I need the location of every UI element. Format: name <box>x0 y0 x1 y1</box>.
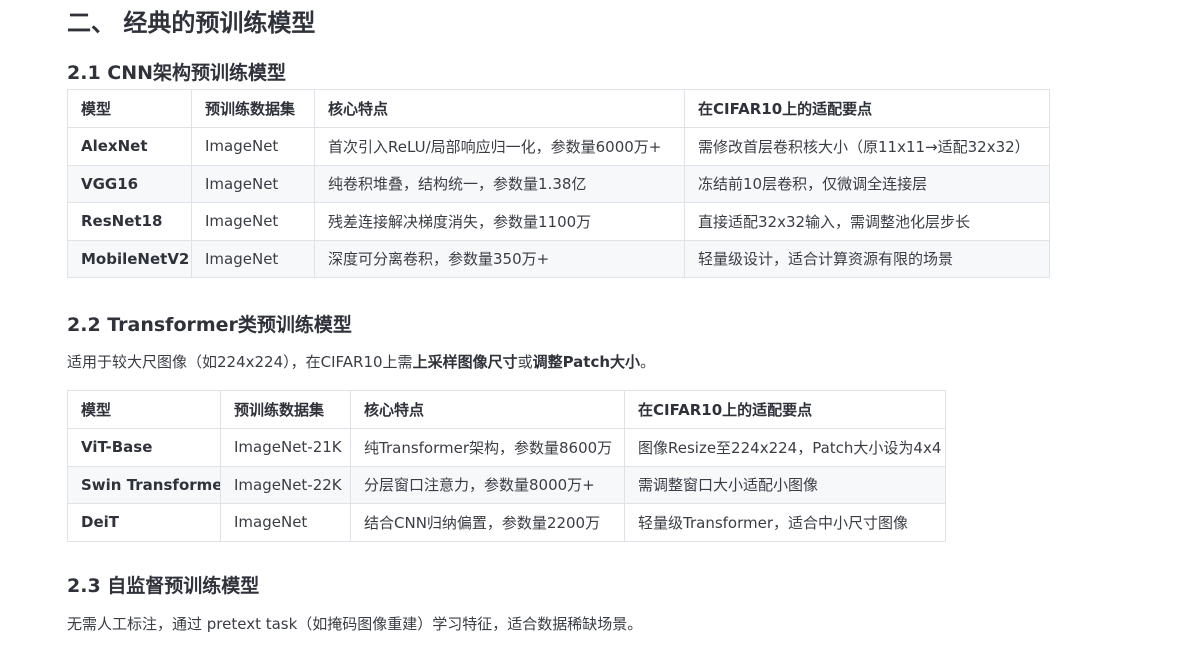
description-text: 。 <box>640 353 656 371</box>
column-header: 预训练数据集 <box>191 89 315 128</box>
description-text: 或 <box>517 353 533 371</box>
dataset-cell: ImageNet-22K <box>220 465 351 504</box>
dataset-cell: ImageNet-21K <box>220 428 351 467</box>
cnn-heading: 2.1 CNN架构预训练模型 <box>67 62 287 84</box>
model-name-cell: ViT-Base <box>67 428 221 467</box>
transformer-description: 适用于较大尺图像（如224x224），在CIFAR10上需上采样图像尺寸或调整P… <box>67 351 655 372</box>
description-emphasis: 调整Patch大小 <box>532 353 641 371</box>
adaptation-cell: 轻量级Transformer，适合中小尺寸图像 <box>624 503 946 542</box>
adaptation-cell: 需调整窗口大小适配小图像 <box>624 465 946 504</box>
column-header: 在CIFAR10上的适配要点 <box>624 390 946 429</box>
model-name-cell: MobileNetV2 <box>67 239 192 278</box>
cnn-models-table: 模型 预训练数据集 核心特点 在CIFAR10上的适配要点 AlexNet Im… <box>67 89 1050 278</box>
table-row: DeiT ImageNet 结合CNN归纳偏置，参数量2200万 轻量级Tran… <box>67 503 946 542</box>
table-row: ViT-Base ImageNet-21K 纯Transformer架构，参数量… <box>67 428 946 467</box>
dataset-cell: ImageNet <box>191 164 315 203</box>
description-text: 适用于较大尺图像（如224x224），在CIFAR10上需 <box>67 353 413 371</box>
feature-cell: 结合CNN归纳偏置，参数量2200万 <box>350 503 625 542</box>
feature-cell: 分层窗口注意力，参数量8000万+ <box>350 465 625 504</box>
description-emphasis: 上采样图像尺寸 <box>412 353 518 371</box>
column-header: 在CIFAR10上的适配要点 <box>684 89 1050 128</box>
column-header: 核心特点 <box>350 390 625 429</box>
table-row: AlexNet ImageNet 首次引入ReLU/局部响应归一化，参数量600… <box>67 127 1050 166</box>
table-header-row: 模型 预训练数据集 核心特点 在CIFAR10上的适配要点 <box>67 89 1050 128</box>
dataset-cell: ImageNet <box>191 239 315 278</box>
feature-cell: 纯卷积堆叠，结构统一，参数量1.38亿 <box>314 164 685 203</box>
feature-cell: 首次引入ReLU/局部响应归一化，参数量6000万+ <box>314 127 685 166</box>
adaptation-cell: 轻量级设计，适合计算资源有限的场景 <box>684 239 1050 278</box>
feature-cell: 深度可分离卷积，参数量350万+ <box>314 239 685 278</box>
adaptation-cell: 需修改首层卷积核大小（原11x11→适配32x32） <box>684 127 1050 166</box>
table-header-row: 模型 预训练数据集 核心特点 在CIFAR10上的适配要点 <box>67 390 946 429</box>
dataset-cell: ImageNet <box>191 127 315 166</box>
section-title: 二、 经典的预训练模型 <box>67 9 316 37</box>
selfsup-heading: 2.3 自监督预训练模型 <box>67 575 260 597</box>
feature-cell: 纯Transformer架构，参数量8600万 <box>350 428 625 467</box>
column-header: 预训练数据集 <box>220 390 351 429</box>
table-row: ResNet18 ImageNet 残差连接解决梯度消失，参数量1100万 直接… <box>67 202 1050 241</box>
dataset-cell: ImageNet <box>191 202 315 241</box>
model-name-cell: VGG16 <box>67 164 192 203</box>
model-name-cell: Swin Transformer <box>67 465 221 504</box>
feature-cell: 残差连接解决梯度消失，参数量1100万 <box>314 202 685 241</box>
table-row: VGG16 ImageNet 纯卷积堆叠，结构统一，参数量1.38亿 冻结前10… <box>67 164 1050 203</box>
adaptation-cell: 冻结前10层卷积，仅微调全连接层 <box>684 164 1050 203</box>
adaptation-cell: 直接适配32x32输入，需调整池化层步长 <box>684 202 1050 241</box>
transformer-models-table: 模型 预训练数据集 核心特点 在CIFAR10上的适配要点 ViT-Base I… <box>67 390 946 542</box>
column-header: 模型 <box>67 390 221 429</box>
column-header: 核心特点 <box>314 89 685 128</box>
dataset-cell: ImageNet <box>220 503 351 542</box>
column-header: 模型 <box>67 89 192 128</box>
table-row: Swin Transformer ImageNet-22K 分层窗口注意力，参数… <box>67 465 946 504</box>
model-name-cell: ResNet18 <box>67 202 192 241</box>
table-row: MobileNetV2 ImageNet 深度可分离卷积，参数量350万+ 轻量… <box>67 239 1050 278</box>
model-name-cell: AlexNet <box>67 127 192 166</box>
model-name-cell: DeiT <box>67 503 221 542</box>
transformer-heading: 2.2 Transformer类预训练模型 <box>67 314 352 336</box>
selfsup-description: 无需人工标注，通过 pretext task（如掩码图像重建）学习特征，适合数据… <box>67 615 643 633</box>
adaptation-cell: 图像Resize至224x224，Patch大小设为4x4 <box>624 428 946 467</box>
